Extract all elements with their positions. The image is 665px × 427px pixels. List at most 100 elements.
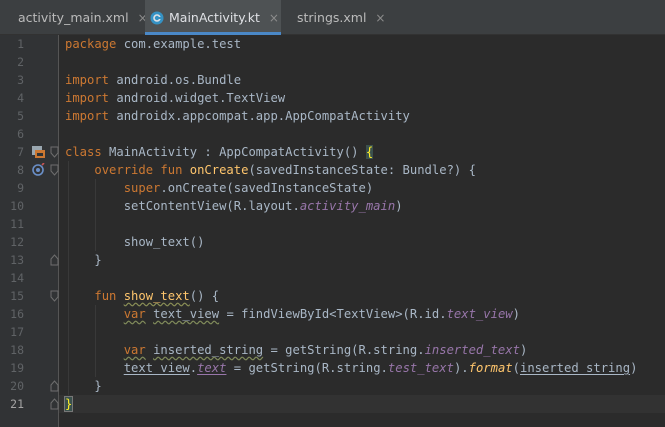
code-line[interactable]: var text_view = findViewById<TextView>(R…: [59, 305, 665, 323]
code-line[interactable]: fun show_text() {: [59, 287, 665, 305]
code-token: inserted_string: [153, 343, 264, 357]
code-token: android.os.Bundle: [116, 73, 242, 87]
code-token: text_view: [153, 307, 220, 321]
code-token: package: [65, 37, 124, 51]
line-number: 16: [10, 307, 24, 321]
code-line[interactable]: [59, 53, 665, 71]
line-number: 14: [10, 271, 24, 285]
tab-strings-xml[interactable]: xmlstrings.xml×: [287, 0, 385, 35]
indent-guide: [68, 215, 69, 233]
line-number: 12: [10, 235, 24, 249]
code-line[interactable]: import android.os.Bundle: [59, 71, 665, 89]
code-token: show_text: [123, 289, 190, 303]
close-tab-icon[interactable]: ×: [269, 11, 279, 25]
code-token: }: [94, 253, 102, 267]
code-token: var: [123, 343, 146, 357]
code-token: = findViewById<TextView>(R.id.: [219, 307, 447, 321]
gutter-line: 5: [0, 107, 59, 125]
gutter-line: 9: [0, 179, 59, 197]
gutter-line: 7: [0, 143, 59, 161]
code-token: show_text(): [123, 235, 205, 249]
code-token: ): [519, 343, 528, 357]
code-token: inserted_string: [520, 361, 631, 375]
code-area[interactable]: package com.example.test import android.o…: [59, 35, 665, 427]
code-line[interactable]: [59, 215, 665, 233]
code-token: setContentView(R.layout.: [123, 199, 300, 213]
code-line[interactable]: show_text(): [59, 233, 665, 251]
code-editor[interactable]: 1 2 3 4 5 6 7 8 9 10 11 12 13 14 15 16 17 18 19 20 21 packag…: [0, 35, 665, 427]
code-token: onCreate: [189, 163, 249, 177]
code-token: () {: [189, 289, 220, 303]
code-line[interactable]: [59, 269, 665, 287]
gutter-line: 10: [0, 197, 59, 215]
fold-open-icon[interactable]: [50, 146, 59, 158]
line-number: 20: [10, 379, 24, 393]
code-token: super: [123, 181, 161, 195]
code-token: onCreate(savedInstanceState): [167, 181, 374, 195]
tab-mainactivity-kt[interactable]: MainActivity.kt ×: [145, 0, 281, 35]
indent-guide: [95, 233, 96, 251]
code-line[interactable]: override fun onCreate(savedInstanceState…: [59, 161, 665, 179]
code-token: import: [65, 91, 117, 105]
code-token: var: [123, 307, 146, 321]
gutter-line: 20: [0, 377, 59, 395]
indent-guide: [68, 377, 69, 395]
code-line[interactable]: class MainActivity : AppCompatActivity()…: [59, 143, 665, 161]
code-line[interactable]: [59, 323, 665, 341]
code-token: }: [94, 379, 102, 393]
indent-guide: [68, 287, 69, 305]
tab-label: strings.xml: [297, 10, 367, 25]
tab-activity-main-xml[interactable]: xmlactivity_main.xml×: [8, 0, 148, 35]
code-token: ): [512, 307, 520, 321]
line-number: 7: [17, 145, 24, 159]
code-token: import: [65, 109, 117, 123]
override-marker-icon[interactable]: [31, 163, 45, 177]
code-token: androidx.appcompat.app.AppCompatActivity: [116, 109, 410, 123]
code-line[interactable]: text_view.text = getString(R.string.test…: [59, 359, 665, 377]
code-token: test_text: [387, 361, 454, 375]
line-number: 8: [17, 163, 24, 177]
code-line[interactable]: import android.widget.TextView: [59, 89, 665, 107]
indent-guide: [68, 251, 69, 269]
fold-close-icon[interactable]: [50, 254, 59, 266]
tab-label: MainActivity.kt: [169, 10, 260, 25]
indent-guide: [95, 341, 96, 359]
code-line[interactable]: import androidx.appcompat.app.AppCompatA…: [59, 107, 665, 125]
code-token: text_view: [446, 307, 513, 321]
code-line[interactable]: var inserted_string = getString(R.string…: [59, 341, 665, 359]
indent-guide: [95, 197, 96, 215]
line-number: 21: [10, 397, 24, 411]
code-line[interactable]: }: [59, 377, 665, 395]
code-line[interactable]: super.onCreate(savedInstanceState): [59, 179, 665, 197]
gutter-line: 13: [0, 251, 59, 269]
code-line[interactable]: }: [59, 395, 665, 413]
gutter-line: 1: [0, 35, 59, 53]
line-number: 4: [17, 91, 24, 105]
indent-guide: [68, 305, 69, 323]
fold-open-icon[interactable]: [50, 164, 59, 176]
code-token: ).: [453, 361, 469, 375]
kotlin-class-file-icon: [150, 11, 164, 24]
code-line[interactable]: [59, 125, 665, 143]
code-line[interactable]: }: [59, 251, 665, 269]
code-token: android.widget.TextView: [116, 91, 286, 105]
gutter-line: 12: [0, 233, 59, 251]
line-number: 9: [17, 181, 24, 195]
close-tab-icon[interactable]: ×: [375, 11, 385, 25]
code-token: format: [468, 361, 513, 375]
code-token: class: [65, 145, 110, 159]
code-token: inserted_text: [424, 343, 520, 357]
code-token: com.example.test: [123, 37, 242, 51]
gutter-line: 16: [0, 305, 59, 323]
gutter-line: 4: [0, 89, 59, 107]
fold-close-icon[interactable]: [50, 398, 59, 410]
code-token: = getString(R.string.: [226, 361, 388, 375]
android-activity-icon[interactable]: [31, 145, 45, 159]
line-number: 6: [17, 127, 24, 141]
line-number: 19: [10, 361, 24, 375]
fold-close-icon[interactable]: [50, 380, 59, 392]
indent-guide: [68, 323, 69, 341]
fold-open-icon[interactable]: [50, 290, 59, 302]
code-line[interactable]: setContentView(R.layout.activity_main): [59, 197, 665, 215]
code-line[interactable]: package com.example.test: [59, 35, 665, 53]
